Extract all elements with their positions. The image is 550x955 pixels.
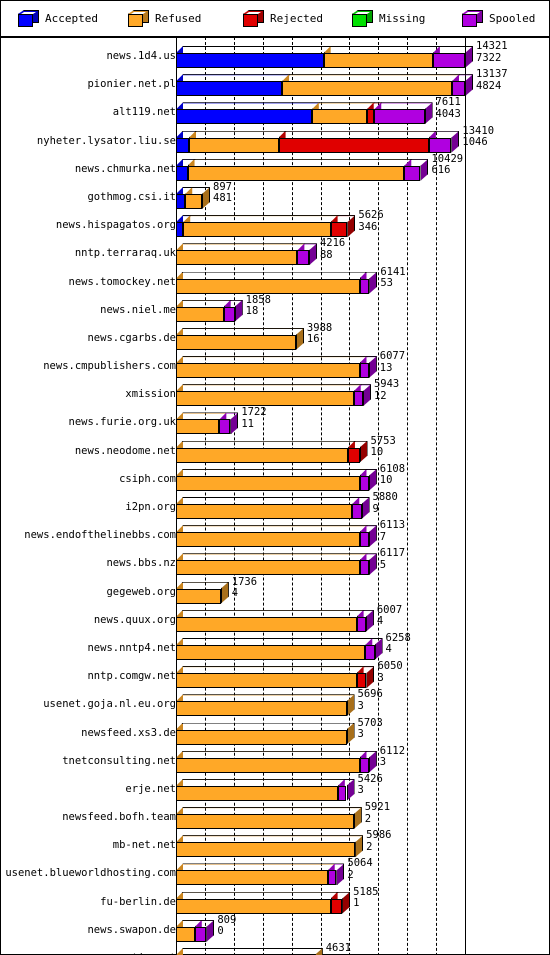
legend-item-rejected: Rejected	[243, 10, 323, 27]
legend-label: Rejected	[270, 12, 323, 25]
legend-item-missing: Missing	[352, 10, 425, 27]
cube-icon	[352, 10, 374, 27]
chart-page: Accepted Refused Rejected Missing Spooled ne…	[0, 0, 550, 955]
legend-item-spooled: Spooled	[462, 10, 535, 27]
legend-label: Spooled	[489, 12, 536, 25]
legend-item-accepted: Accepted	[18, 10, 98, 27]
legend-item-refused: Refused	[128, 10, 201, 27]
legend-label: Missing	[379, 12, 426, 25]
legend-label: Accepted	[45, 12, 98, 25]
cube-icon	[243, 10, 265, 27]
axis-floor: 0%10%20%30%40%50%60%70%80%90%100%	[0, 37, 550, 955]
chart-legend: Accepted Refused Rejected Missing Spooled	[0, 0, 550, 37]
cube-icon	[462, 10, 484, 27]
plot-area: news.1d4.us 14321 7322 pionier.net.pl 13137 4…	[0, 37, 550, 955]
legend-label: Refused	[155, 12, 202, 25]
axis-base-3d	[0, 37, 550, 955]
cube-icon	[128, 10, 150, 27]
cube-icon	[18, 10, 40, 27]
